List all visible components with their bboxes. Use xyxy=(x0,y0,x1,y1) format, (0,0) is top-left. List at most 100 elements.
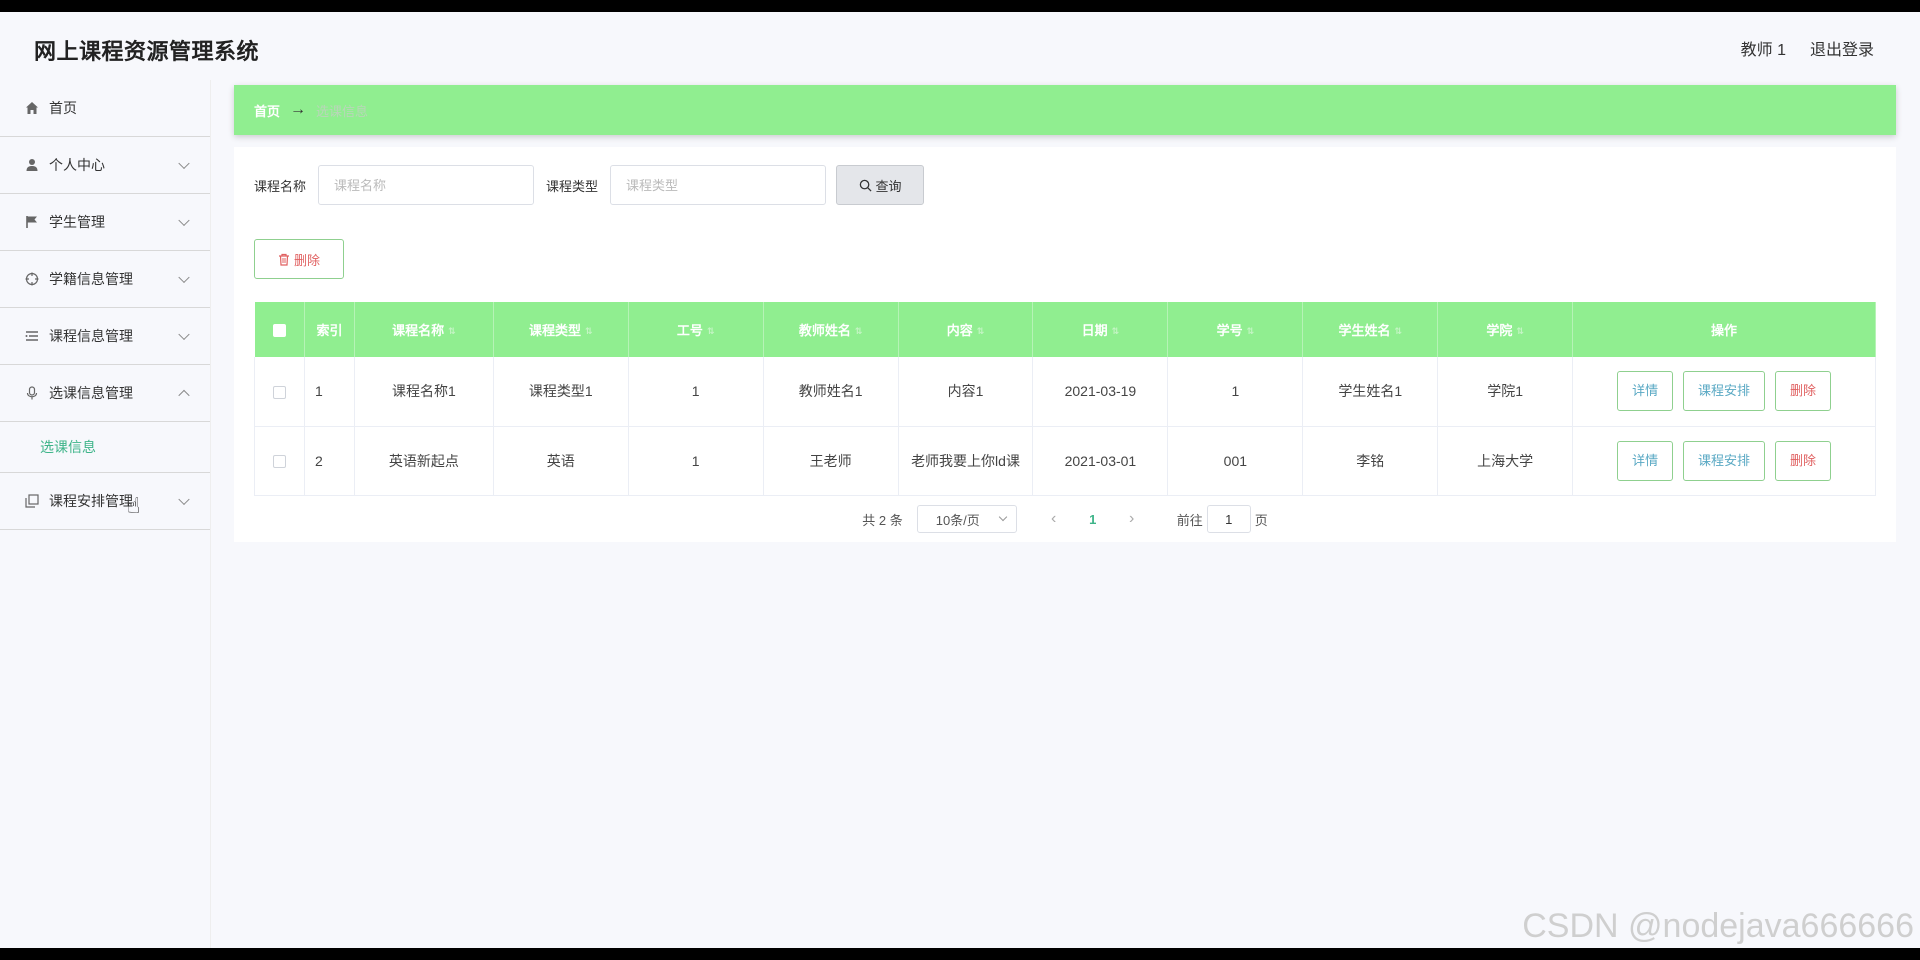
chevron-down-icon xyxy=(178,271,190,284)
row-checkbox[interactable] xyxy=(272,455,286,469)
cell-work-no: 1 xyxy=(628,357,764,427)
arrow-right-icon: → xyxy=(290,101,307,118)
cell-date: 2021-03-01 xyxy=(1032,426,1169,496)
detail-button[interactable]: 详情 xyxy=(1617,440,1674,481)
delete-button[interactable]: 删除 xyxy=(1774,440,1831,481)
goto-page: 前往 页 xyxy=(1177,505,1268,533)
cell-content: 老师我要上你ld课 xyxy=(898,426,1034,496)
table-row: 2 英语新起点 英语 1 王老师 老师我要上你ld课 2021-03-01 00… xyxy=(254,426,1876,496)
cell-work-no: 1 xyxy=(628,426,764,496)
app-screen: 网上课程资源管理系统 教师 1 退出登录 首页 个人中心 学生管理 学籍信息管理… xyxy=(0,12,1920,948)
breadcrumb-home[interactable]: 首页 xyxy=(254,101,280,120)
cell-course-type: 课程类型1 xyxy=(493,357,629,427)
cell-college: 学院1 xyxy=(1437,357,1574,427)
column-header[interactable]: 日期 ⇅ xyxy=(1032,302,1169,357)
delete-button[interactable]: 删除 xyxy=(1774,371,1831,412)
column-header[interactable]: 课程名称 ⇅ xyxy=(354,302,494,357)
sidebar-item-selection[interactable]: 选课信息管理 xyxy=(0,365,210,422)
goto-suffix: 页 xyxy=(1254,512,1268,528)
batch-delete-button[interactable]: 删除 xyxy=(254,239,344,279)
course-name-input[interactable] xyxy=(318,165,535,205)
column-label: 操作 xyxy=(1711,323,1738,338)
sort-icon[interactable]: ⇅ xyxy=(855,326,863,337)
logout-link[interactable]: 退出登录 xyxy=(1810,36,1874,60)
prev-page-icon[interactable]: ‹ xyxy=(1039,510,1069,528)
sidebar-item-label: 选课信息管理 xyxy=(49,385,133,401)
selection-table: 索引 课程名称 ⇅ 课程类型 ⇅ 工号 ⇅ 教师姓名 ⇅ 内容 ⇅ 日期 ⇅ 学号 ⇅ 学生姓… xyxy=(254,302,1876,496)
query-button[interactable]: 查询 xyxy=(836,165,925,205)
sort-icon[interactable]: ⇅ xyxy=(1112,326,1120,337)
user-icon xyxy=(24,157,40,173)
sidebar-item-home[interactable]: 首页 xyxy=(0,80,210,137)
header: 网上课程资源管理系统 教师 1 退出登录 xyxy=(0,12,1920,80)
course-type-input[interactable] xyxy=(610,165,827,205)
page-size-select[interactable]: 10条/页 xyxy=(916,505,1017,533)
sidebar-item-course-info[interactable]: 课程信息管理 xyxy=(0,308,210,365)
cell-course-name: 英语新起点 xyxy=(354,426,494,496)
sidebar-item-personal[interactable]: 个人中心 xyxy=(0,137,210,194)
sort-icon[interactable]: ⇅ xyxy=(448,326,456,337)
table-header-row: 索引 课程名称 ⇅ 课程类型 ⇅ 工号 ⇅ 教师姓名 ⇅ 内容 ⇅ 日期 ⇅ 学号 ⇅ 学生姓… xyxy=(254,302,1876,357)
search-icon xyxy=(859,179,872,192)
column-header[interactable]: 工号 ⇅ xyxy=(628,302,764,357)
page-number[interactable]: 1 xyxy=(1069,512,1117,527)
page-size-value: 10条/页 xyxy=(935,512,980,528)
row-select-cell xyxy=(254,426,305,496)
cell-college: 上海大学 xyxy=(1437,426,1574,496)
home-icon xyxy=(24,100,40,116)
column-label: 课程类型 xyxy=(529,323,582,338)
chevron-down-icon xyxy=(998,512,1007,522)
detail-button[interactable]: 详情 xyxy=(1617,371,1674,412)
sort-icon[interactable]: ⇅ xyxy=(977,326,985,337)
microphone-icon xyxy=(24,385,40,401)
column-header[interactable]: 学生姓名 ⇅ xyxy=(1302,302,1439,357)
column-header[interactable]: 课程类型 ⇅ xyxy=(493,302,629,357)
select-all-cell xyxy=(254,302,305,357)
sidebar-item-label: 课程信息管理 xyxy=(49,328,133,344)
breadcrumb: 首页 → 选课信息 xyxy=(234,85,1896,135)
cell-teacher: 教师姓名1 xyxy=(763,357,899,427)
column-header: 操作 xyxy=(1572,302,1876,357)
column-label: 内容 xyxy=(946,323,973,338)
sidebar-subitem-selection-info[interactable]: 选课信息 xyxy=(0,422,210,473)
chevron-down-icon xyxy=(178,214,190,227)
goto-page-input[interactable] xyxy=(1206,505,1251,533)
column-header[interactable]: 内容 ⇅ xyxy=(898,302,1034,357)
query-label: 查询 xyxy=(875,178,902,194)
column-header[interactable]: 学院 ⇅ xyxy=(1437,302,1574,357)
column-label: 工号 xyxy=(676,323,703,338)
chevron-up-icon xyxy=(178,389,190,402)
sidebar-item-students[interactable]: 学生管理 xyxy=(0,194,210,251)
column-header[interactable]: 学号 ⇅ xyxy=(1167,302,1304,357)
row-select-cell xyxy=(254,357,305,427)
sort-icon[interactable]: ⇅ xyxy=(1247,326,1255,337)
chevron-down-icon xyxy=(178,493,190,506)
batch-delete-label: 删除 xyxy=(293,252,320,268)
sidebar-item-enrollment[interactable]: 学籍信息管理 xyxy=(0,251,210,308)
target-icon xyxy=(24,271,40,287)
column-header[interactable]: 教师姓名 ⇅ xyxy=(763,302,899,357)
column-label: 索引 xyxy=(316,323,343,338)
column-label: 教师姓名 xyxy=(798,323,851,338)
next-page-icon[interactable]: › xyxy=(1117,510,1147,528)
sort-icon[interactable]: ⇅ xyxy=(1394,326,1402,337)
pagination: 共 2 条 10条/页 ‹ 1 › 前往 页 xyxy=(234,505,1896,533)
column-label: 课程名称 xyxy=(392,323,445,338)
column-label: 日期 xyxy=(1081,323,1108,338)
goto-prefix: 前往 xyxy=(1176,512,1203,528)
cell-student: 李铭 xyxy=(1302,426,1439,496)
select-all-checkbox[interactable] xyxy=(272,324,286,338)
breadcrumb-current: 选课信息 xyxy=(316,103,369,119)
sidebar-item-schedule[interactable]: 课程安排管理 xyxy=(0,473,210,530)
sort-icon[interactable]: ⇅ xyxy=(707,326,715,337)
hand-cursor-icon: ☝ xyxy=(127,493,141,518)
row-checkbox[interactable] xyxy=(272,386,286,400)
sidebar-item-label: 学籍信息管理 xyxy=(49,271,133,287)
course-name-label: 课程名称 xyxy=(254,178,307,194)
sort-icon[interactable]: ⇅ xyxy=(1516,326,1524,337)
table-row: 1 课程名称1 课程类型1 1 教师姓名1 内容1 2021-03-19 1 学… xyxy=(254,357,1876,427)
arrange-button[interactable]: 课程安排 xyxy=(1683,371,1766,412)
arrange-button[interactable]: 课程安排 xyxy=(1683,440,1766,481)
sort-icon[interactable]: ⇅ xyxy=(585,326,593,337)
cell-teacher: 王老师 xyxy=(763,426,899,496)
